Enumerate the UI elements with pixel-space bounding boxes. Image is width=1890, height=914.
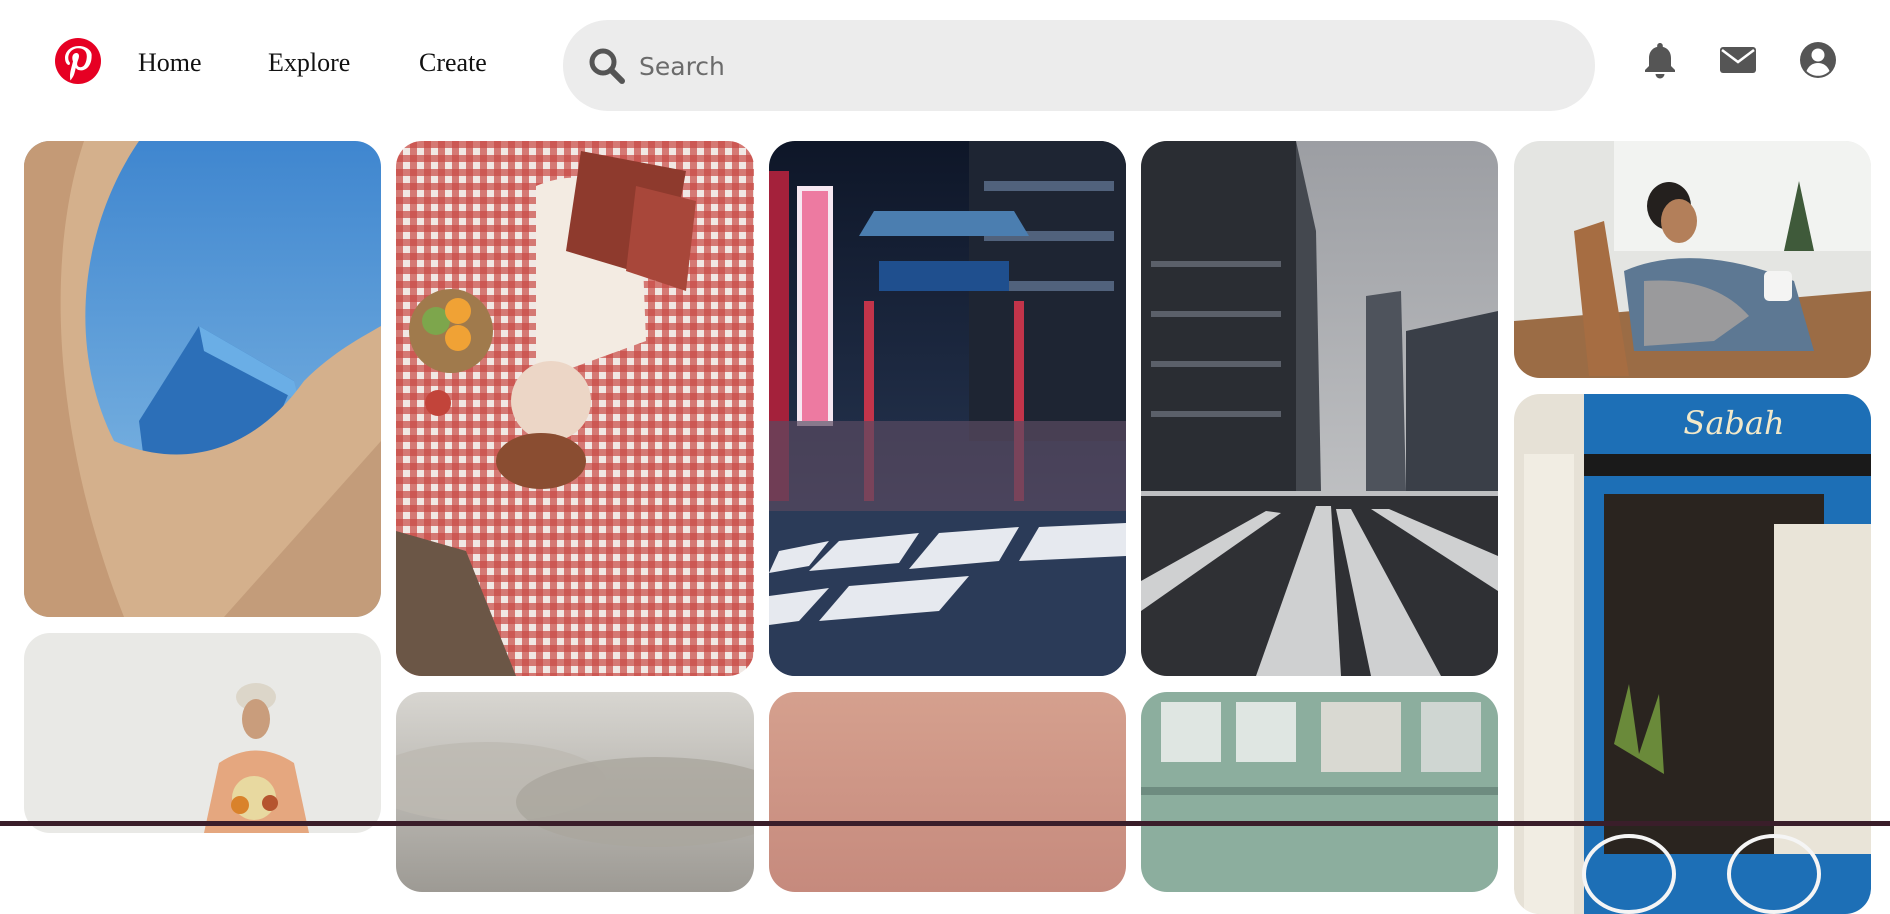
user-icon[interactable] <box>1798 40 1838 80</box>
pin-image <box>24 141 381 617</box>
envelope-icon[interactable] <box>1718 40 1758 80</box>
nav-create-link[interactable]: Create <box>419 48 487 78</box>
search-icon <box>589 48 625 84</box>
pin-image <box>1141 141 1498 676</box>
pin-woman-bouquet[interactable] <box>24 633 381 833</box>
pin-cafe-storefront[interactable]: Sabah <box>1514 394 1871 914</box>
pin-pink-sky[interactable] <box>769 692 1126 892</box>
pin-picnic[interactable] <box>396 141 754 676</box>
cafe-sign-text: Sabah <box>1683 404 1784 442</box>
bell-icon[interactable] <box>1640 40 1680 80</box>
nav-explore-link[interactable]: Explore <box>268 48 350 78</box>
pin-image <box>24 633 381 833</box>
pin-architecture[interactable] <box>24 141 381 617</box>
pin-clouds[interactable] <box>396 692 754 892</box>
nav-home-link[interactable]: Home <box>138 48 202 78</box>
bottom-border <box>0 821 1890 826</box>
search-bar[interactable] <box>563 20 1595 111</box>
pin-image <box>1141 692 1498 892</box>
pin-image <box>769 141 1126 676</box>
pin-image <box>769 692 1126 892</box>
pin-image: Sabah <box>1514 394 1871 914</box>
pin-image <box>1514 141 1871 378</box>
pinterest-logo-icon[interactable] <box>55 38 101 84</box>
top-navigation-bar: Home Explore Create <box>0 0 1890 137</box>
search-input[interactable] <box>637 40 1541 92</box>
pin-city-street[interactable] <box>1141 141 1498 676</box>
pin-mother-baby[interactable] <box>1514 141 1871 378</box>
pin-image <box>396 692 754 892</box>
pin-green-building[interactable] <box>1141 692 1498 892</box>
pin-chinatown[interactable] <box>769 141 1126 676</box>
pin-image <box>396 141 754 676</box>
